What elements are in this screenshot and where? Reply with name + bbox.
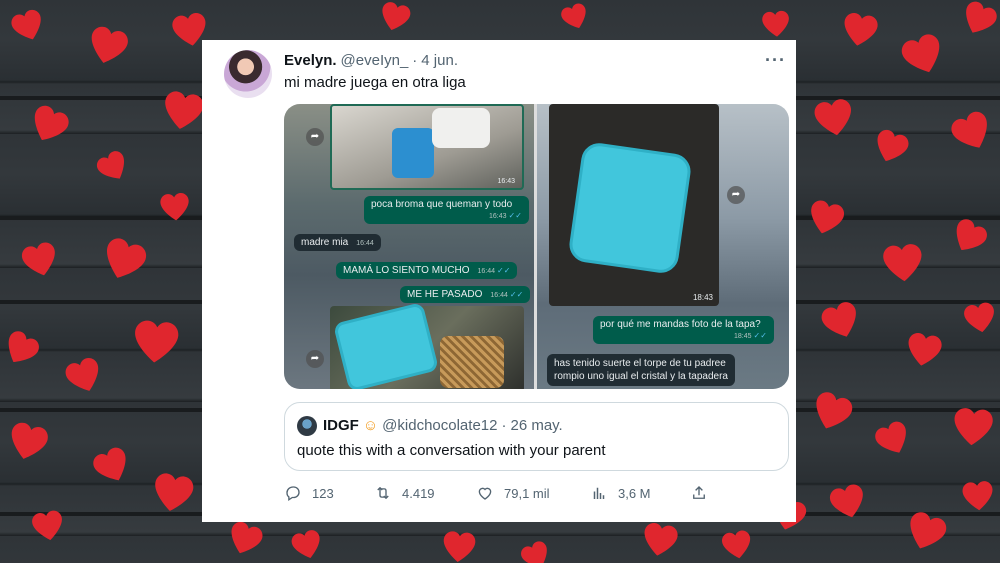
heart-shape — [146, 466, 199, 519]
handle[interactable]: @eveIyn_ — [341, 52, 409, 69]
heart-icon — [476, 484, 494, 502]
more-icon[interactable]: ··· — [765, 50, 786, 71]
chat-message-in: madre mia 16:44 — [294, 234, 381, 251]
avatar[interactable] — [224, 50, 272, 98]
photo-timestamp: 16:43 — [497, 178, 515, 185]
chat-screenshot-right[interactable]: 18:43 ➦ por qué me mandas foto de la tap… — [537, 104, 789, 389]
views-count: 3,6 M — [618, 485, 651, 501]
separator: · — [501, 417, 507, 434]
chat-message-out: ME HE PASADO 16:44 ✓✓ — [400, 286, 531, 303]
heart-shape — [878, 238, 928, 288]
handle[interactable]: @kidchocolate12 — [382, 417, 497, 434]
separator: · — [412, 52, 418, 69]
heater-photo: 16:43 — [330, 104, 524, 190]
tweet-media[interactable]: 16:43 ➦ poca broma que queman y todo 16:… — [284, 104, 789, 389]
heart-shape — [637, 517, 683, 563]
share-button[interactable] — [690, 484, 708, 502]
heart-shape — [958, 476, 997, 515]
views-button[interactable]: 3,6 M — [590, 484, 651, 502]
retweet-count: 4.419 — [402, 485, 435, 501]
views-icon — [590, 484, 608, 502]
heart-shape — [837, 7, 883, 53]
like-button[interactable]: 79,1 mil — [476, 484, 550, 502]
action-bar: 123 4.419 79,1 mil 3,6 M — [284, 484, 789, 504]
display-name[interactable]: IDGF — [323, 417, 359, 434]
chat-message-out: MAMÁ LO SIENTO MUCHO 16:44 ✓✓ — [336, 262, 518, 279]
heart-shape — [901, 327, 947, 373]
quoted-date[interactable]: 26 may. — [510, 417, 562, 434]
avatar[interactable] — [297, 416, 317, 436]
share-icon[interactable]: ➦ — [306, 350, 324, 368]
smiling-emoji-icon: ☺ — [362, 417, 379, 434]
photo-timestamp: 18:43 — [692, 293, 713, 302]
heart-shape — [948, 402, 998, 452]
share-upload-icon — [690, 484, 708, 502]
quoted-tweet[interactable]: IDGF ☺ @kidchocolate12 · 26 may. quote t… — [284, 402, 789, 471]
like-count: 79,1 mil — [504, 485, 550, 501]
tweet-text: mi madre juega en otra liga — [284, 74, 466, 91]
chat-screenshot-left[interactable]: 16:43 ➦ poca broma que queman y todo 16:… — [284, 104, 534, 389]
heart-shape — [717, 525, 756, 563]
share-icon[interactable]: ➦ — [306, 128, 324, 146]
chat-message-out: poca broma que queman y todo 16:43 ✓✓ — [364, 196, 529, 224]
food-photo — [330, 301, 524, 389]
share-icon[interactable]: ➦ — [727, 186, 745, 204]
display-name[interactable]: Evelyn. — [284, 52, 337, 69]
quoted-header: IDGF ☺ @kidchocolate12 · 26 may. — [323, 417, 563, 434]
heart-shape — [759, 7, 794, 42]
tweet-header: Evelyn. @eveIyn_ · 4 jun. — [284, 52, 458, 69]
heart-shape — [128, 314, 184, 370]
lid-photo: 18:43 — [549, 104, 719, 306]
quoted-text: quote this with a conversation with your… — [297, 442, 606, 459]
heart-shape — [959, 297, 1000, 339]
reply-count: 123 — [312, 485, 334, 501]
reply-icon — [284, 484, 302, 502]
heart-shape — [438, 526, 479, 563]
tweet-card[interactable]: Evelyn. @eveIyn_ · 4 jun. ··· mi madre j… — [202, 40, 796, 522]
retweet-button[interactable]: 4.419 — [374, 484, 435, 502]
heart-shape — [157, 189, 194, 226]
heart-shape — [27, 505, 69, 547]
retweet-icon — [374, 484, 392, 502]
chat-message-out: por qué me mandas foto de la tapa? 18:45… — [593, 316, 774, 344]
tweet-date[interactable]: 4 jun. — [421, 52, 458, 69]
heart-shape — [809, 93, 860, 144]
chat-message-in: has tenido suerte el torpe de tu padree … — [547, 354, 735, 386]
reply-button[interactable]: 123 — [284, 484, 334, 502]
